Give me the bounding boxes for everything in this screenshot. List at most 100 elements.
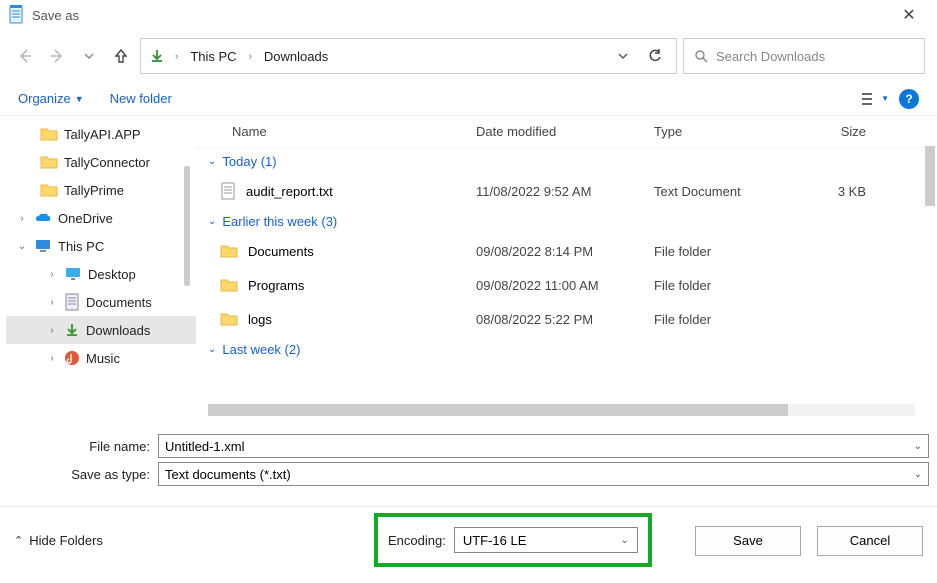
file-date: 09/08/2022 8:14 PM	[476, 244, 654, 259]
filename-input[interactable]	[165, 439, 914, 454]
breadcrumb-this-pc[interactable]: This PC	[188, 49, 238, 64]
new-folder-button[interactable]: New folder	[110, 91, 172, 106]
expand-icon[interactable]: ›	[46, 325, 58, 336]
folder-icon	[220, 277, 238, 293]
file-row[interactable]: audit_report.txt 11/08/2022 9:52 AMText D…	[196, 174, 937, 208]
address-bar[interactable]: › This PC › Downloads	[140, 38, 677, 74]
filename-label: File name:	[8, 439, 158, 454]
vertical-scrollbar[interactable]	[925, 146, 935, 206]
txt-icon	[220, 182, 236, 200]
chevron-down-icon[interactable]: ⌄	[914, 469, 922, 480]
file-name: audit_report.txt	[246, 184, 333, 199]
folder-icon	[40, 154, 58, 170]
tree-item-label: Music	[86, 351, 120, 366]
expand-icon[interactable]: ›	[46, 297, 58, 308]
address-dropdown[interactable]	[610, 43, 636, 69]
file-list[interactable]: Name Date modified Type Size ⌄Today (1)a…	[196, 116, 937, 416]
download-icon	[149, 48, 165, 64]
file-row[interactable]: Documents 09/08/2022 8:14 PMFile folder	[196, 234, 937, 268]
savetype-value: Text documents (*.txt)	[165, 467, 291, 482]
column-name[interactable]: Name	[196, 124, 476, 139]
expand-icon[interactable]: ›	[16, 213, 28, 224]
breadcrumb-downloads[interactable]: Downloads	[262, 49, 330, 64]
music-icon	[64, 350, 80, 366]
tree-item[interactable]: › Music	[6, 344, 196, 372]
folder-tree[interactable]: TallyAPI.APP TallyConnector TallyPrime ›One…	[0, 116, 196, 416]
column-type[interactable]: Type	[654, 124, 804, 139]
encoding-label: Encoding:	[388, 533, 446, 548]
chevron-up-icon: ⌃	[14, 534, 23, 547]
help-button[interactable]: ?	[899, 89, 919, 109]
up-button[interactable]	[108, 43, 134, 69]
file-date: 09/08/2022 11:00 AM	[476, 278, 654, 293]
chevron-right-icon[interactable]: ›	[245, 51, 256, 62]
tree-item[interactable]: ›Desktop	[6, 260, 196, 288]
recent-dropdown[interactable]	[76, 43, 102, 69]
file-size: 3 KB	[804, 184, 874, 199]
file-group-header[interactable]: ⌄Today (1)	[196, 148, 937, 174]
savetype-label: Save as type:	[8, 467, 158, 482]
file-type: File folder	[654, 244, 804, 259]
tree-item[interactable]: TallyAPI.APP	[6, 120, 196, 148]
filename-combo[interactable]: ⌄	[158, 434, 929, 458]
savetype-combo[interactable]: Text documents (*.txt) ⌄	[158, 462, 929, 486]
encoding-value: UTF-16 LE	[463, 533, 527, 548]
tree-item[interactable]: TallyPrime	[6, 176, 196, 204]
tree-item-label: This PC	[58, 239, 104, 254]
chevron-down-icon[interactable]: ⌄	[620, 535, 628, 546]
tree-item-label: TallyAPI.APP	[64, 127, 141, 142]
search-box[interactable]	[683, 38, 925, 74]
file-row[interactable]: Programs 09/08/2022 11:00 AMFile folder	[196, 268, 937, 302]
horizontal-scrollbar[interactable]	[208, 404, 915, 416]
desktop-icon	[64, 266, 82, 282]
tree-item-label: TallyConnector	[64, 155, 150, 170]
chevron-down-icon: ▼	[75, 94, 84, 104]
chevron-down-icon[interactable]: ⌄	[914, 441, 922, 452]
chevron-right-icon[interactable]: ›	[171, 51, 182, 62]
organize-menu[interactable]: Organize ▼	[18, 91, 84, 106]
chevron-down-icon: ⌄	[208, 344, 216, 355]
onedrive-icon	[34, 211, 52, 225]
file-type: File folder	[654, 312, 804, 327]
folder-icon	[40, 126, 58, 142]
file-name: Programs	[248, 278, 304, 293]
close-button[interactable]: ✕	[889, 5, 929, 25]
forward-button[interactable]	[44, 43, 70, 69]
file-group-header[interactable]: ⌄Last week (2)	[196, 336, 937, 362]
tree-item[interactable]: ›Documents	[6, 288, 196, 316]
tree-item[interactable]: ›OneDrive	[6, 204, 196, 232]
chevron-down-icon: ⌄	[208, 156, 216, 167]
file-group-header[interactable]: ⌄Earlier this week (3)	[196, 208, 937, 234]
file-type: File folder	[654, 278, 804, 293]
expand-icon[interactable]: ⌄	[16, 241, 28, 252]
expand-icon[interactable]: ›	[46, 353, 58, 364]
column-size[interactable]: Size	[804, 124, 874, 139]
encoding-select[interactable]: UTF-16 LE ⌄	[454, 527, 638, 553]
refresh-button[interactable]	[642, 43, 668, 69]
tree-item[interactable]: › Downloads	[6, 316, 196, 344]
tree-scrollbar[interactable]	[184, 166, 190, 286]
file-name: Documents	[248, 244, 314, 259]
tree-item[interactable]: ⌄ This PC	[6, 232, 196, 260]
hide-folders-toggle[interactable]: ⌃ Hide Folders	[14, 533, 103, 548]
expand-icon[interactable]: ›	[46, 269, 58, 280]
tree-item[interactable]: TallyConnector	[6, 148, 196, 176]
search-input[interactable]	[716, 49, 914, 64]
cancel-button[interactable]: Cancel	[817, 526, 923, 556]
view-menu[interactable]: ▼	[861, 92, 889, 106]
file-type: Text Document	[654, 184, 804, 199]
file-row[interactable]: logs08/08/2022 5:22 PMFile folder	[196, 302, 937, 336]
file-date: 11/08/2022 9:52 AM	[476, 184, 654, 199]
chevron-down-icon: ▼	[881, 94, 889, 103]
tree-item-label: Downloads	[86, 323, 150, 338]
back-button[interactable]	[12, 43, 38, 69]
search-icon	[694, 49, 708, 63]
save-button[interactable]: Save	[695, 526, 801, 556]
folder-icon	[220, 311, 238, 327]
pc-icon	[34, 238, 52, 254]
download-icon	[64, 322, 80, 338]
file-date: 08/08/2022 5:22 PM	[476, 312, 654, 327]
column-date[interactable]: Date modified	[476, 124, 654, 139]
app-icon	[8, 5, 24, 25]
tree-item-label: TallyPrime	[64, 183, 124, 198]
